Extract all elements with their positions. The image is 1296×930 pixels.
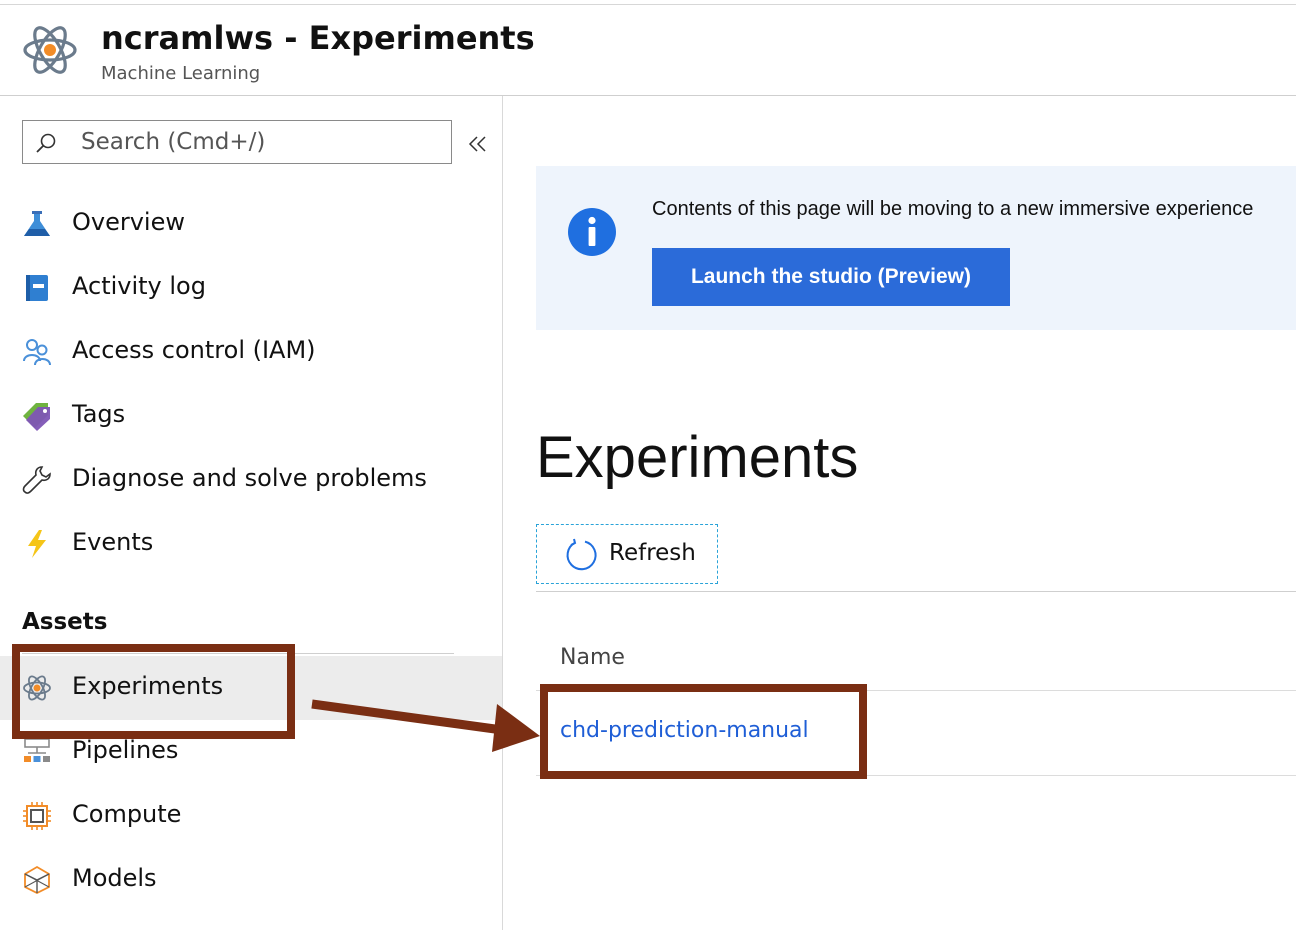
search-box[interactable] bbox=[22, 120, 452, 164]
refresh-icon bbox=[566, 538, 597, 571]
pipeline-icon bbox=[24, 738, 50, 762]
sidebar-item-label: Overview bbox=[72, 208, 185, 236]
sidebar-item-overview[interactable]: Overview bbox=[0, 192, 502, 256]
sidebar-item-label: Models bbox=[72, 864, 157, 892]
collapse-sidebar-icon[interactable] bbox=[466, 132, 490, 156]
chip-icon bbox=[23, 802, 51, 830]
search-input[interactable] bbox=[81, 127, 441, 157]
column-header-name[interactable]: Name bbox=[560, 645, 625, 670]
highlight-box-experiment-link bbox=[540, 684, 867, 779]
people-icon bbox=[23, 339, 51, 366]
assets-section-title: Assets bbox=[22, 609, 108, 635]
info-banner: Contents of this page will be moving to … bbox=[536, 166, 1296, 330]
sidebar-item-label: Tags bbox=[72, 400, 126, 428]
sidebar-item-label: Events bbox=[72, 528, 154, 556]
page-title: Experiments bbox=[536, 425, 859, 490]
model-icon bbox=[24, 865, 50, 895]
sidebar-item-activity-log[interactable]: Activity log bbox=[0, 256, 502, 320]
toolbar-divider bbox=[536, 591, 1296, 592]
flask-icon bbox=[24, 211, 50, 236]
page-title-header: ncramlws - Experiments bbox=[101, 19, 535, 57]
sidebar-item-diagnose[interactable]: Diagnose and solve problems bbox=[0, 448, 502, 512]
sidebar-item-label: Access control (IAM) bbox=[72, 336, 316, 364]
sidebar-item-compute[interactable]: Compute bbox=[0, 784, 502, 848]
banner-message: Contents of this page will be moving to … bbox=[652, 198, 1254, 220]
page-subtitle: Machine Learning bbox=[101, 63, 261, 84]
info-icon bbox=[568, 208, 616, 256]
sidebar-item-tags[interactable]: Tags bbox=[0, 384, 502, 448]
sidebar-item-label: Diagnose and solve problems bbox=[72, 464, 427, 492]
main-content: Contents of this page will be moving to … bbox=[503, 96, 1296, 930]
sidebar-item-models[interactable]: Models bbox=[0, 848, 502, 912]
sidebar-item-events[interactable]: Events bbox=[0, 512, 502, 576]
launch-studio-button[interactable]: Launch the studio (Preview) bbox=[652, 248, 1010, 306]
wrench-icon bbox=[22, 466, 51, 494]
search-icon bbox=[36, 133, 56, 153]
refresh-label: Refresh bbox=[609, 540, 696, 566]
highlight-box-sidebar-experiments bbox=[12, 644, 295, 739]
sidebar: Overview Activity log Access control (IA… bbox=[0, 96, 503, 930]
sidebar-item-label: Compute bbox=[72, 800, 182, 828]
lightning-icon bbox=[28, 530, 46, 558]
log-book-icon bbox=[26, 275, 48, 301]
page-header: ncramlws - Experiments Machine Learning bbox=[0, 5, 1296, 96]
sidebar-item-label: Activity log bbox=[72, 272, 206, 300]
tag-icon bbox=[23, 403, 50, 431]
machine-learning-logo-icon bbox=[23, 26, 77, 74]
refresh-button[interactable]: Refresh bbox=[536, 524, 718, 584]
sidebar-item-access-control[interactable]: Access control (IAM) bbox=[0, 320, 502, 384]
sidebar-item-label: Pipelines bbox=[72, 736, 179, 764]
